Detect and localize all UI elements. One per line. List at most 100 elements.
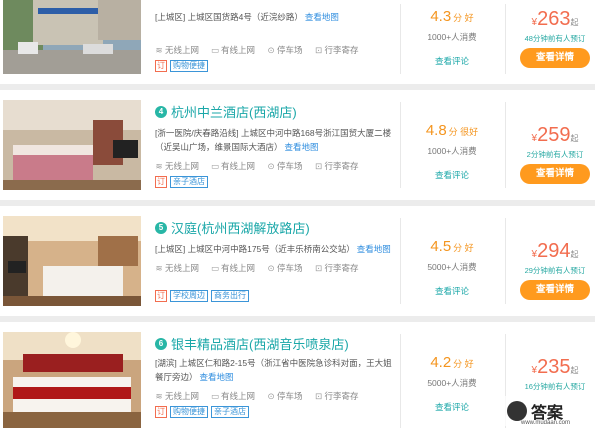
luggage-icon: ⊡ bbox=[314, 161, 323, 171]
divider bbox=[505, 4, 506, 74]
hotel-name[interactable]: 杭州中兰酒店(西湖店) bbox=[171, 102, 297, 121]
score-value: 4.5 bbox=[430, 238, 452, 255]
hotel-name[interactable]: 汉庭(杭州西湖解放路店) bbox=[171, 218, 310, 237]
hotel-title: 6 银丰精品酒店(西湖音乐喷泉店) bbox=[155, 334, 349, 353]
price-column: ¥294起 29分钟前有人预订 查看详情 bbox=[515, 240, 595, 300]
consumer-count: 1000+人消费 bbox=[427, 32, 477, 42]
luggage-amenity: ⊡ 行李寄存 bbox=[315, 160, 359, 172]
divider bbox=[400, 218, 401, 304]
consumer-count: 5000+人消费 bbox=[427, 378, 477, 388]
view-details-button[interactable]: 查看详情 bbox=[520, 164, 590, 184]
wired-amenity: ▭ 有线上网 bbox=[211, 390, 255, 402]
parking-icon: ⊙ bbox=[267, 45, 275, 55]
rank-badge: 6 bbox=[155, 337, 167, 350]
review-link[interactable]: 查看评论 bbox=[402, 401, 502, 413]
hotel-title: 5 汉庭(杭州西湖解放路店) bbox=[155, 218, 310, 237]
amenity-label: 停车场 bbox=[277, 161, 303, 171]
price-column: ¥263起 48分钟前有人预订 查看详情 bbox=[515, 8, 595, 68]
map-link[interactable]: 查看地图 bbox=[200, 372, 234, 382]
divider bbox=[505, 218, 506, 304]
hotel-photo-image bbox=[3, 332, 141, 428]
hotel-photo-image bbox=[3, 216, 141, 306]
amenities: ≋ 无线上网 ▭ 有线上网 ⊙ 停车场 ⊡ 行李寄存 bbox=[155, 262, 359, 274]
luggage-amenity: ⊡ 行李寄存 bbox=[315, 262, 359, 274]
score-value: 4.3 bbox=[430, 8, 452, 25]
monitor-icon: ▭ bbox=[211, 263, 220, 273]
feature-tag[interactable]: 亲子酒店 bbox=[211, 406, 249, 418]
price-value: 235 bbox=[537, 356, 571, 378]
hotel-photo[interactable] bbox=[3, 100, 141, 190]
hotel-tags: 订 学校周边 商务出行 bbox=[155, 290, 249, 302]
feature-tag[interactable]: 学校周边 bbox=[170, 290, 208, 302]
address-text: [上城区] 上城区中河中路175号（近丰乐桥南公交站） bbox=[155, 244, 355, 254]
price-suffix: 起 bbox=[570, 366, 579, 375]
map-link[interactable]: 查看地图 bbox=[305, 12, 339, 22]
bookable-badge: 订 bbox=[155, 406, 167, 418]
divider bbox=[400, 4, 401, 74]
amenity-label: 有线上网 bbox=[221, 161, 256, 171]
hotel-address: [湖滨] 上城区仁和路2-15号（浙江省中医院急诊科对面，王大姐餐厅旁边） 查看地… bbox=[155, 356, 395, 384]
amenity-label: 行李寄存 bbox=[324, 45, 359, 55]
amenity-label: 无线上网 bbox=[165, 263, 200, 273]
hotel-card: 5 汉庭(杭州西湖解放路店) [上城区] 上城区中河中路175号（近丰乐桥南公交… bbox=[0, 206, 595, 316]
map-link[interactable]: 查看地图 bbox=[357, 244, 391, 254]
hotel-photo-image bbox=[3, 0, 141, 74]
hotel-tags: 订 购物便捷 亲子酒店 bbox=[155, 406, 249, 418]
bookable-badge: 订 bbox=[155, 290, 167, 302]
wifi-icon: ≋ bbox=[155, 391, 163, 401]
hotel-card: [上城区] 上城区国货路4号（近浣纱路） 查看地图 ≋ 无线上网 ▭ 有线上网 ⊙ 停车… bbox=[0, 0, 595, 84]
amenity-label: 停车场 bbox=[277, 391, 303, 401]
feature-tag[interactable]: 购物便捷 bbox=[170, 406, 208, 418]
hotel-name[interactable]: 银丰精品酒店(西湖音乐喷泉店) bbox=[171, 334, 349, 353]
address-text: [浙一医院/庆春路沿线] 上城区中河中路168号浙江国贸大厦二楼（近吴山广场，维… bbox=[155, 128, 392, 152]
amenities: ≋ 无线上网 ▭ 有线上网 ⊙ 停车场 ⊡ 行李寄存 bbox=[155, 44, 359, 56]
wired-amenity: ▭ 有线上网 bbox=[211, 160, 255, 172]
price: ¥294起 bbox=[515, 240, 595, 263]
view-details-button[interactable]: 查看详情 bbox=[520, 280, 590, 300]
hotel-address: [上城区] 上城区中河中路175号（近丰乐桥南公交站） 查看地图 bbox=[155, 242, 395, 256]
luggage-icon: ⊡ bbox=[314, 263, 323, 273]
wired-amenity: ▭ 有线上网 bbox=[211, 262, 255, 274]
recent-booking: 2分钟前有人预订 bbox=[526, 150, 584, 159]
wired-amenity: ▭ 有线上网 bbox=[211, 44, 255, 56]
wifi-icon: ≋ bbox=[155, 161, 163, 171]
feature-tag[interactable]: 商务出行 bbox=[211, 290, 249, 302]
amenity-label: 停车场 bbox=[277, 263, 303, 273]
parking-icon: ⊙ bbox=[267, 161, 275, 171]
rating-score: 4.2 分 好 bbox=[402, 354, 502, 371]
score-value: 4.8 bbox=[425, 122, 447, 139]
hotel-tags: 订 购物便捷 bbox=[155, 60, 208, 72]
recent-booking: 48分钟前有人预订 bbox=[524, 34, 586, 43]
score-unit: 分 好 bbox=[453, 13, 474, 23]
hotel-photo[interactable] bbox=[3, 332, 141, 428]
amenity-label: 行李寄存 bbox=[324, 161, 359, 171]
review-link[interactable]: 查看评论 bbox=[402, 285, 502, 297]
luggage-amenity: ⊡ 行李寄存 bbox=[315, 44, 359, 56]
review-link[interactable]: 查看评论 bbox=[402, 55, 502, 67]
hotel-photo[interactable] bbox=[3, 0, 141, 74]
score-unit: 分 好 bbox=[453, 359, 474, 369]
hotel-photo[interactable] bbox=[3, 216, 141, 306]
review-link[interactable]: 查看评论 bbox=[402, 169, 502, 181]
rating-column: 4.5 分 好 5000+人消费 查看评论 bbox=[402, 238, 502, 297]
feature-tag[interactable]: 购物便捷 bbox=[170, 60, 208, 72]
address-text: [上城区] 上城区国货路4号（近浣纱路） bbox=[155, 12, 303, 22]
consumer-count: 5000+人消费 bbox=[427, 262, 477, 272]
map-link[interactable]: 查看地图 bbox=[285, 142, 319, 152]
parking-amenity: ⊙ 停车场 bbox=[267, 390, 303, 402]
hotel-card: 4 杭州中兰酒店(西湖店) [浙一医院/庆春路沿线] 上城区中河中路168号浙江… bbox=[0, 90, 595, 200]
price: ¥259起 bbox=[515, 124, 595, 147]
view-details-button[interactable]: 查看详情 bbox=[520, 48, 590, 68]
amenities: ≋ 无线上网 ▭ 有线上网 ⊙ 停车场 ⊡ 行李寄存 bbox=[155, 160, 359, 172]
price-suffix: 起 bbox=[570, 250, 579, 259]
divider bbox=[400, 102, 401, 188]
rating-column: 4.2 分 好 5000+人消费 查看评论 bbox=[402, 354, 502, 413]
address-text: [湖滨] 上城区仁和路2-15号（浙江省中医院急诊科对面，王大姐餐厅旁边） bbox=[155, 358, 392, 382]
price: ¥263起 bbox=[515, 8, 595, 31]
wifi-icon: ≋ bbox=[155, 263, 163, 273]
parking-amenity: ⊙ 停车场 bbox=[267, 44, 302, 56]
feature-tag[interactable]: 亲子酒店 bbox=[170, 176, 208, 188]
parking-icon: ⊙ bbox=[267, 263, 275, 273]
amenity-label: 行李寄存 bbox=[324, 391, 359, 401]
amenity-label: 无线上网 bbox=[165, 45, 200, 55]
